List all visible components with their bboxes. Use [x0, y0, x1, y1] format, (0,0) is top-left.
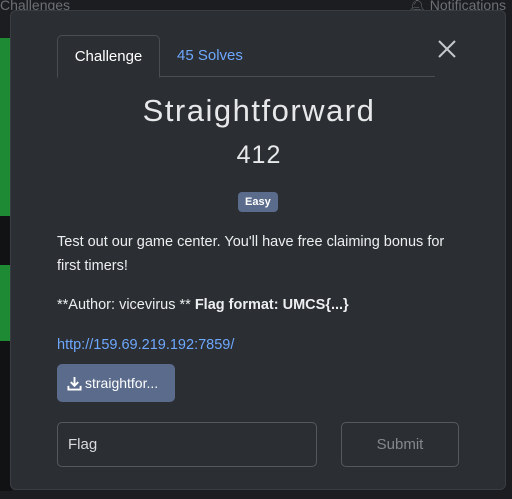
author-text: **Author: vicevirus ** — [57, 297, 195, 313]
download-file-button[interactable]: straightfor... — [57, 364, 175, 402]
flag-input[interactable] — [57, 422, 317, 467]
flag-format-text: Flag format: UMCS{...} — [194, 297, 349, 313]
submit-button[interactable]: Submit — [341, 422, 459, 467]
challenge-description: Test out our game center. You'll have fr… — [57, 234, 445, 274]
tab-challenge[interactable]: Challenge — [57, 35, 160, 78]
modal-tabs: Challenge 45 Solves — [57, 35, 435, 78]
challenge-points: 412 — [236, 141, 282, 169]
download-icon — [67, 376, 82, 391]
challenge-title: Straightforward — [142, 93, 376, 128]
file-name-label: straightfor... — [85, 375, 159, 391]
challenge-modal: Challenge 45 Solves Straightforward 412 … — [10, 10, 506, 490]
challenge-url-link[interactable]: http://159.69.219.192:7859/ — [57, 333, 234, 357]
tab-solves[interactable]: 45 Solves — [161, 35, 259, 77]
challenge-author: **Author: vicevirus ** Flag format: UMCS… — [57, 293, 477, 317]
close-icon[interactable] — [435, 37, 459, 61]
difficulty-badge: Easy — [238, 192, 278, 212]
